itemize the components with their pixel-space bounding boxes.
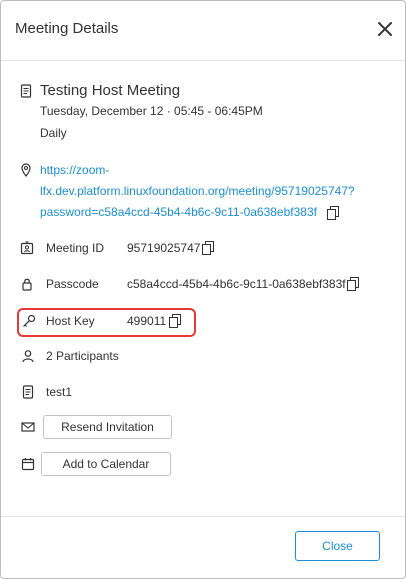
meeting-title: Testing Host Meeting — [40, 82, 181, 99]
copy-host-key-icon[interactable] — [169, 314, 181, 328]
meeting-link-line-2[interactable]: lfx.dev.platform.linuxfoundation.org/mee… — [40, 181, 355, 201]
id-badge-icon — [20, 241, 34, 255]
meeting-link-line-1[interactable]: https://zoom- — [40, 160, 109, 180]
copy-link-icon[interactable] — [327, 206, 339, 220]
meeting-description: test1 — [46, 385, 73, 399]
person-icon — [21, 349, 35, 363]
location-pin-icon — [19, 163, 33, 177]
participants-count: 2 Participants — [46, 349, 119, 363]
meeting-id-value: 95719025747 — [127, 241, 201, 255]
dialog-footer-divider — [1, 516, 405, 517]
meeting-id-label: Meeting ID — [46, 241, 105, 255]
close-icon[interactable] — [375, 19, 395, 39]
copy-passcode-icon[interactable] — [347, 277, 359, 291]
close-button[interactable]: Close — [295, 531, 380, 561]
passcode-label: Passcode — [46, 277, 99, 291]
envelope-icon — [21, 420, 35, 434]
meeting-datetime: Tuesday, December 12 · 05:45 - 06:45PM — [40, 104, 263, 118]
meeting-link-line-3[interactable]: password=c58a4ccd-45b4-4b6c-9c11-0a638eb… — [40, 202, 317, 222]
calendar-icon — [21, 457, 35, 471]
dialog-title: Meeting Details — [15, 20, 119, 37]
lock-icon — [20, 277, 34, 291]
meeting-details-dialog: Meeting Details Testing Host Meeting Tue… — [0, 0, 406, 579]
meeting-recurrence: Daily — [40, 126, 67, 140]
key-icon — [22, 314, 36, 328]
host-key-value: 499011 — [127, 314, 167, 328]
copy-meeting-id-icon[interactable] — [202, 241, 214, 255]
document-icon — [19, 84, 33, 98]
resend-invitation-button[interactable]: Resend Invitation — [43, 415, 172, 439]
host-key-label: Host Key — [46, 314, 95, 328]
dialog-header: Meeting Details — [1, 1, 405, 61]
note-icon — [21, 385, 35, 399]
add-to-calendar-button[interactable]: Add to Calendar — [41, 452, 171, 476]
passcode-value: c58a4ccd-45b4-4b6c-9c11-0a638ebf383f — [127, 277, 346, 291]
